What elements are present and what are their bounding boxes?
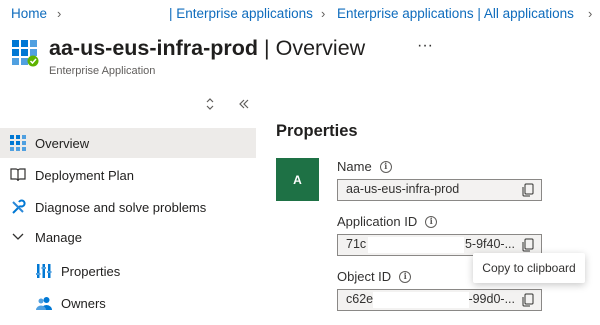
grid-icon [9, 134, 27, 152]
sidebar-item-deployment-plan[interactable]: Deployment Plan [0, 160, 256, 190]
sidebar-item-overview[interactable]: Overview [0, 128, 256, 158]
object-id-field[interactable]: c62e -99d0-... [337, 289, 542, 311]
owners-icon [35, 294, 53, 312]
breadcrumb-all-applications[interactable]: Enterprise applications | All applicatio… [337, 6, 574, 21]
copy-icon[interactable] [521, 293, 535, 307]
info-icon[interactable]: i [399, 270, 412, 283]
chevron-right-icon: › [57, 6, 62, 21]
object-id-label-text: Object ID [337, 269, 392, 284]
application-id-value-start: 71c [346, 237, 367, 251]
copy-icon[interactable] [521, 238, 535, 252]
breadcrumb-enterprise-applications[interactable]: | Enterprise applications [169, 6, 313, 21]
object-id-label: Object ID i [337, 269, 412, 284]
properties-icon [35, 262, 53, 280]
wrench-icon [9, 198, 27, 216]
object-id-value-end: -99d0-... [468, 292, 515, 306]
object-id-value-start: c62e [346, 292, 374, 306]
sidebar-item-label: Diagnose and solve problems [35, 199, 207, 215]
page-title: aa-us-eus-infra-prod | Overview [49, 36, 365, 61]
application-id-label: Application ID i [337, 214, 438, 229]
application-id-value-end: 5-9f40-... [464, 237, 515, 251]
page-suffix: | Overview [258, 36, 366, 60]
info-icon[interactable]: i [379, 160, 392, 173]
page-subtitle: Enterprise Application [49, 65, 156, 77]
sidebar-item-label: Deployment Plan [35, 167, 134, 183]
application-id-label-text: Application ID [337, 214, 418, 229]
app-avatar: A [276, 158, 319, 201]
chevron-down-icon [9, 228, 27, 246]
info-icon[interactable]: i [425, 215, 438, 228]
sidebar-group-manage[interactable]: Manage [0, 222, 256, 252]
sidebar-item-owners[interactable]: Owners [0, 288, 256, 318]
enterprise-app-icon [12, 40, 39, 67]
copy-tooltip: Copy to clipboard [473, 253, 585, 283]
redaction-mask [373, 292, 469, 308]
sidebar-item-label: Owners [61, 295, 106, 311]
sidebar-item-label: Properties [61, 263, 121, 279]
more-options-button[interactable]: ··· [417, 37, 433, 55]
name-label-text: Name [337, 159, 372, 174]
name-label: Name i [337, 159, 392, 174]
chevron-right-icon: › [588, 6, 593, 21]
copy-icon[interactable] [521, 183, 535, 197]
breadcrumb-home[interactable]: Home [11, 6, 47, 21]
chevron-right-icon: › [321, 6, 326, 21]
book-icon [9, 166, 27, 184]
sidebar-item-label: Manage [35, 229, 82, 245]
name-value: aa-us-eus-infra-prod [346, 182, 460, 196]
name-field[interactable]: aa-us-eus-infra-prod [337, 179, 542, 201]
double-chevron-left-icon[interactable] [238, 98, 250, 113]
app-name: aa-us-eus-infra-prod [49, 36, 259, 60]
properties-heading: Properties [276, 122, 358, 140]
sidebar-item-properties[interactable]: Properties [0, 256, 256, 286]
breadcrumb: Home › | Enterprise applications › Enter… [11, 6, 600, 26]
sidebar-item-diagnose[interactable]: Diagnose and solve problems [0, 192, 256, 222]
sidebar-item-label: Overview [35, 135, 90, 151]
redaction-mask [368, 237, 464, 253]
collapse-expand-icon[interactable] [205, 98, 215, 113]
